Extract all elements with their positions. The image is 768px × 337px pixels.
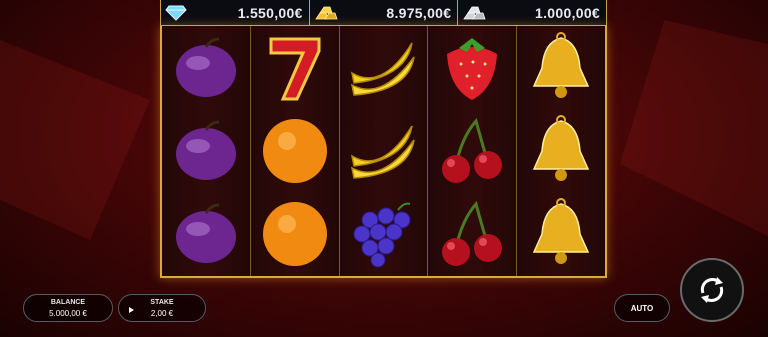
jackpot-gold-value: 8.975,00€ (386, 4, 452, 21)
balance-display: BALANCE 5.000,00 € (23, 294, 113, 322)
grapes-icon (340, 193, 428, 276)
reel-2 (250, 26, 340, 276)
silver-bars-icon (463, 6, 486, 19)
jackpot-bar: 1.550,00€ 8.975,00€ 1.000,00€ (160, 0, 607, 26)
banana-icon (340, 26, 428, 109)
banana-icon (340, 109, 428, 192)
play-icon (129, 307, 134, 313)
reel-4 (428, 26, 518, 276)
plum-icon (162, 26, 250, 109)
reel-1 (162, 26, 251, 276)
gold-bars-icon (314, 6, 338, 19)
jackpot-diamond-value: 1.550,00€ (237, 4, 303, 21)
cherries-icon (428, 193, 516, 276)
balance-label: BALANCE (50, 299, 86, 306)
plum-icon (162, 193, 250, 276)
seven-icon (251, 26, 339, 109)
stake-button[interactable]: STAKE 2,00 € (118, 294, 206, 322)
reels-grid[interactable] (160, 26, 607, 278)
stake-label: STAKE (150, 299, 174, 306)
jackpot-gold: 8.975,00€ (310, 0, 459, 25)
bell-icon (517, 26, 605, 109)
jackpot-silver: 1.000,00€ (458, 0, 606, 25)
strawberry-icon (428, 26, 516, 109)
spin-icon (700, 277, 724, 303)
cherries-icon (428, 109, 516, 192)
reel-5 (517, 26, 605, 276)
reel-3 (339, 26, 429, 276)
orange-icon (251, 109, 339, 192)
spin-button[interactable] (680, 258, 744, 322)
bell-icon (517, 193, 605, 276)
diamond-icon (165, 5, 187, 21)
balance-value: 5.000,00 € (49, 309, 87, 318)
jackpot-silver-value: 1.000,00€ (535, 4, 601, 21)
jackpot-diamond: 1.550,00€ (161, 0, 310, 25)
auto-button[interactable]: AUTO (614, 294, 670, 322)
plum-icon (162, 109, 250, 192)
orange-icon (251, 193, 339, 276)
bell-icon (517, 109, 605, 192)
